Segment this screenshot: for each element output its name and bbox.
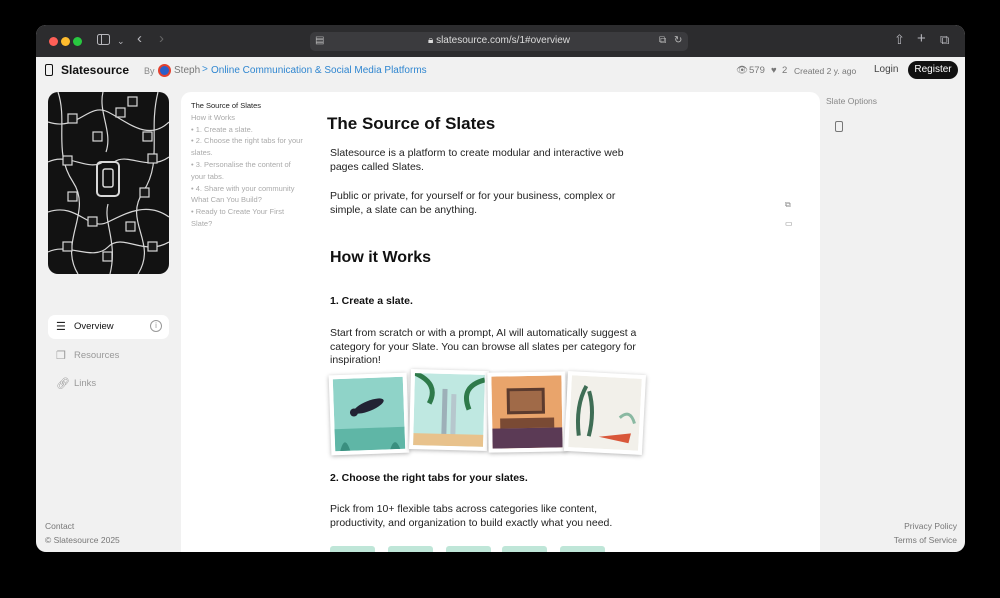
illustration-gallery [328,368,652,456]
table-of-contents: The Source of Slates How it Works • 1. C… [191,100,321,230]
app-header: Slatesource By Steph > Online Communicat… [36,57,965,85]
left-sidebar: ☰ Overview i ❐ Resources 🔗︎ Links Contac… [36,85,181,552]
tab-chip[interactable] [330,546,375,552]
step-2-heading: 2. Choose the right tabs for your slates… [330,472,528,484]
device-icon[interactable] [835,121,843,132]
new-tab-icon[interactable]: + [917,31,926,46]
sidebar-item-label: Overview [74,321,114,332]
intro-paragraph-2: Public or private, for yourself or for y… [330,190,616,216]
tab-chip[interactable] [560,546,605,552]
intro-paragraph: Slatesource is a platform to create modu… [330,147,624,173]
toc-item[interactable]: • 1. Create a slate. [191,124,321,136]
article-title: The Source of Slates [327,114,496,133]
slate-options-title: Slate Options [826,96,878,106]
zoom-window-button[interactable] [73,37,82,46]
browser-window: ⌄ ‹ › ▤ 🔒︎ slatesource.com/s/1#overview … [36,25,965,552]
toc-item[interactable]: What Can You Build? [191,194,321,206]
eye-icon: 👁︎ [736,65,749,76]
step-2-text: Pick from 10+ flexible tabs across categ… [330,503,613,529]
toc-item[interactable]: • 2. Choose the right tabs for your [191,135,321,147]
url-text: 🔒︎ slatesource.com/s/1#overview [310,35,688,46]
comment-icon[interactable]: ▭ [785,219,793,228]
info-icon[interactable]: i [150,320,162,332]
terms-of-service-link[interactable]: Terms of Service [894,535,957,545]
copyright-text: © Slatesource 2025 [45,535,120,545]
toc-item[interactable]: Slate? [191,218,321,230]
created-date: Created 2 y. ago [794,66,857,76]
privacy-policy-link[interactable]: Privacy Policy [904,521,957,531]
slate-cover-image [48,92,169,274]
share-icon[interactable]: ⇧ [894,33,905,47]
back-icon[interactable]: ‹ [137,31,142,46]
minimize-window-button[interactable] [61,37,70,46]
tab-overview-icon[interactable]: ⧉ [940,33,949,47]
breadcrumb-separator: > [202,64,208,75]
toc-item[interactable]: • 3. Personalise the content of [191,159,321,171]
url-value: slatesource.com/s/1#overview [436,35,571,46]
city-illustration [408,368,490,452]
heart-icon[interactable]: ♥ [771,65,777,76]
avatar[interactable] [158,64,171,77]
tab-chip[interactable] [388,546,433,552]
lock-icon: 🔒︎ [427,35,437,46]
sidebar-toggle-icon[interactable] [97,34,110,48]
copy-icon: ❐ [56,350,66,362]
slate-options-panel: Slate Options Privacy Policy Terms of Se… [820,85,965,552]
login-button[interactable]: Login [874,64,898,75]
lines-icon: ☰ [56,321,66,333]
toc-item[interactable]: How it Works [191,112,321,124]
slate-content: The Source of Slates How it Works • 1. C… [181,92,820,552]
close-window-button[interactable] [49,37,58,46]
link-icon: 🔗︎ [56,378,70,390]
sidebar-item-label: Links [74,378,97,389]
chevron-down-icon[interactable]: ⌄ [117,34,125,48]
toc-item[interactable]: • 4. Share with your community [191,183,321,195]
tab-chip[interactable] [502,546,547,552]
living-room-illustration [487,371,567,453]
address-bar[interactable]: ▤ 🔒︎ slatesource.com/s/1#overview ⧉ ↻ [310,32,688,51]
step-1-text: Start from scratch or with a prompt, AI … [330,327,637,366]
slatesource-logo-icon [45,64,53,76]
sidebar-item-resources[interactable]: ❐ Resources [48,344,169,368]
toc-item[interactable]: your tabs. [191,171,321,183]
sidebar-item-overview[interactable]: ☰ Overview i [48,315,169,339]
sidebar-item-label: Resources [74,350,120,361]
toc-item[interactable]: • Ready to Create Your First [191,206,321,218]
copy-icon[interactable]: ⧉ [785,200,791,210]
section-heading-how-it-works: How it Works [330,249,432,266]
brand-name[interactable]: Slatesource [61,63,129,77]
toc-item[interactable]: slates. [191,147,321,159]
step-1-heading: 1. Create a slate. [330,295,413,307]
forward-icon[interactable]: › [159,31,164,46]
translate-icon[interactable]: ⧉ [659,35,666,46]
likes-count: 2 [782,65,788,76]
author-link[interactable]: Steph [174,65,200,76]
diver-illustration [328,372,410,456]
plants-illustration [563,371,647,455]
toc-item[interactable]: The Source of Slates [191,100,321,112]
browser-titlebar: ⌄ ‹ › ▤ 🔒︎ slatesource.com/s/1#overview … [36,25,965,57]
tab-chip[interactable] [446,546,491,552]
sidebar-item-links[interactable]: 🔗︎ Links [48,372,169,396]
reload-icon[interactable]: ↻ [674,35,682,46]
register-button[interactable]: Register [908,61,958,79]
by-label: By [144,66,155,76]
views-count: 579 [749,65,765,76]
contact-link[interactable]: Contact [45,521,74,531]
category-link[interactable]: Online Communication & Social Media Plat… [211,65,427,76]
